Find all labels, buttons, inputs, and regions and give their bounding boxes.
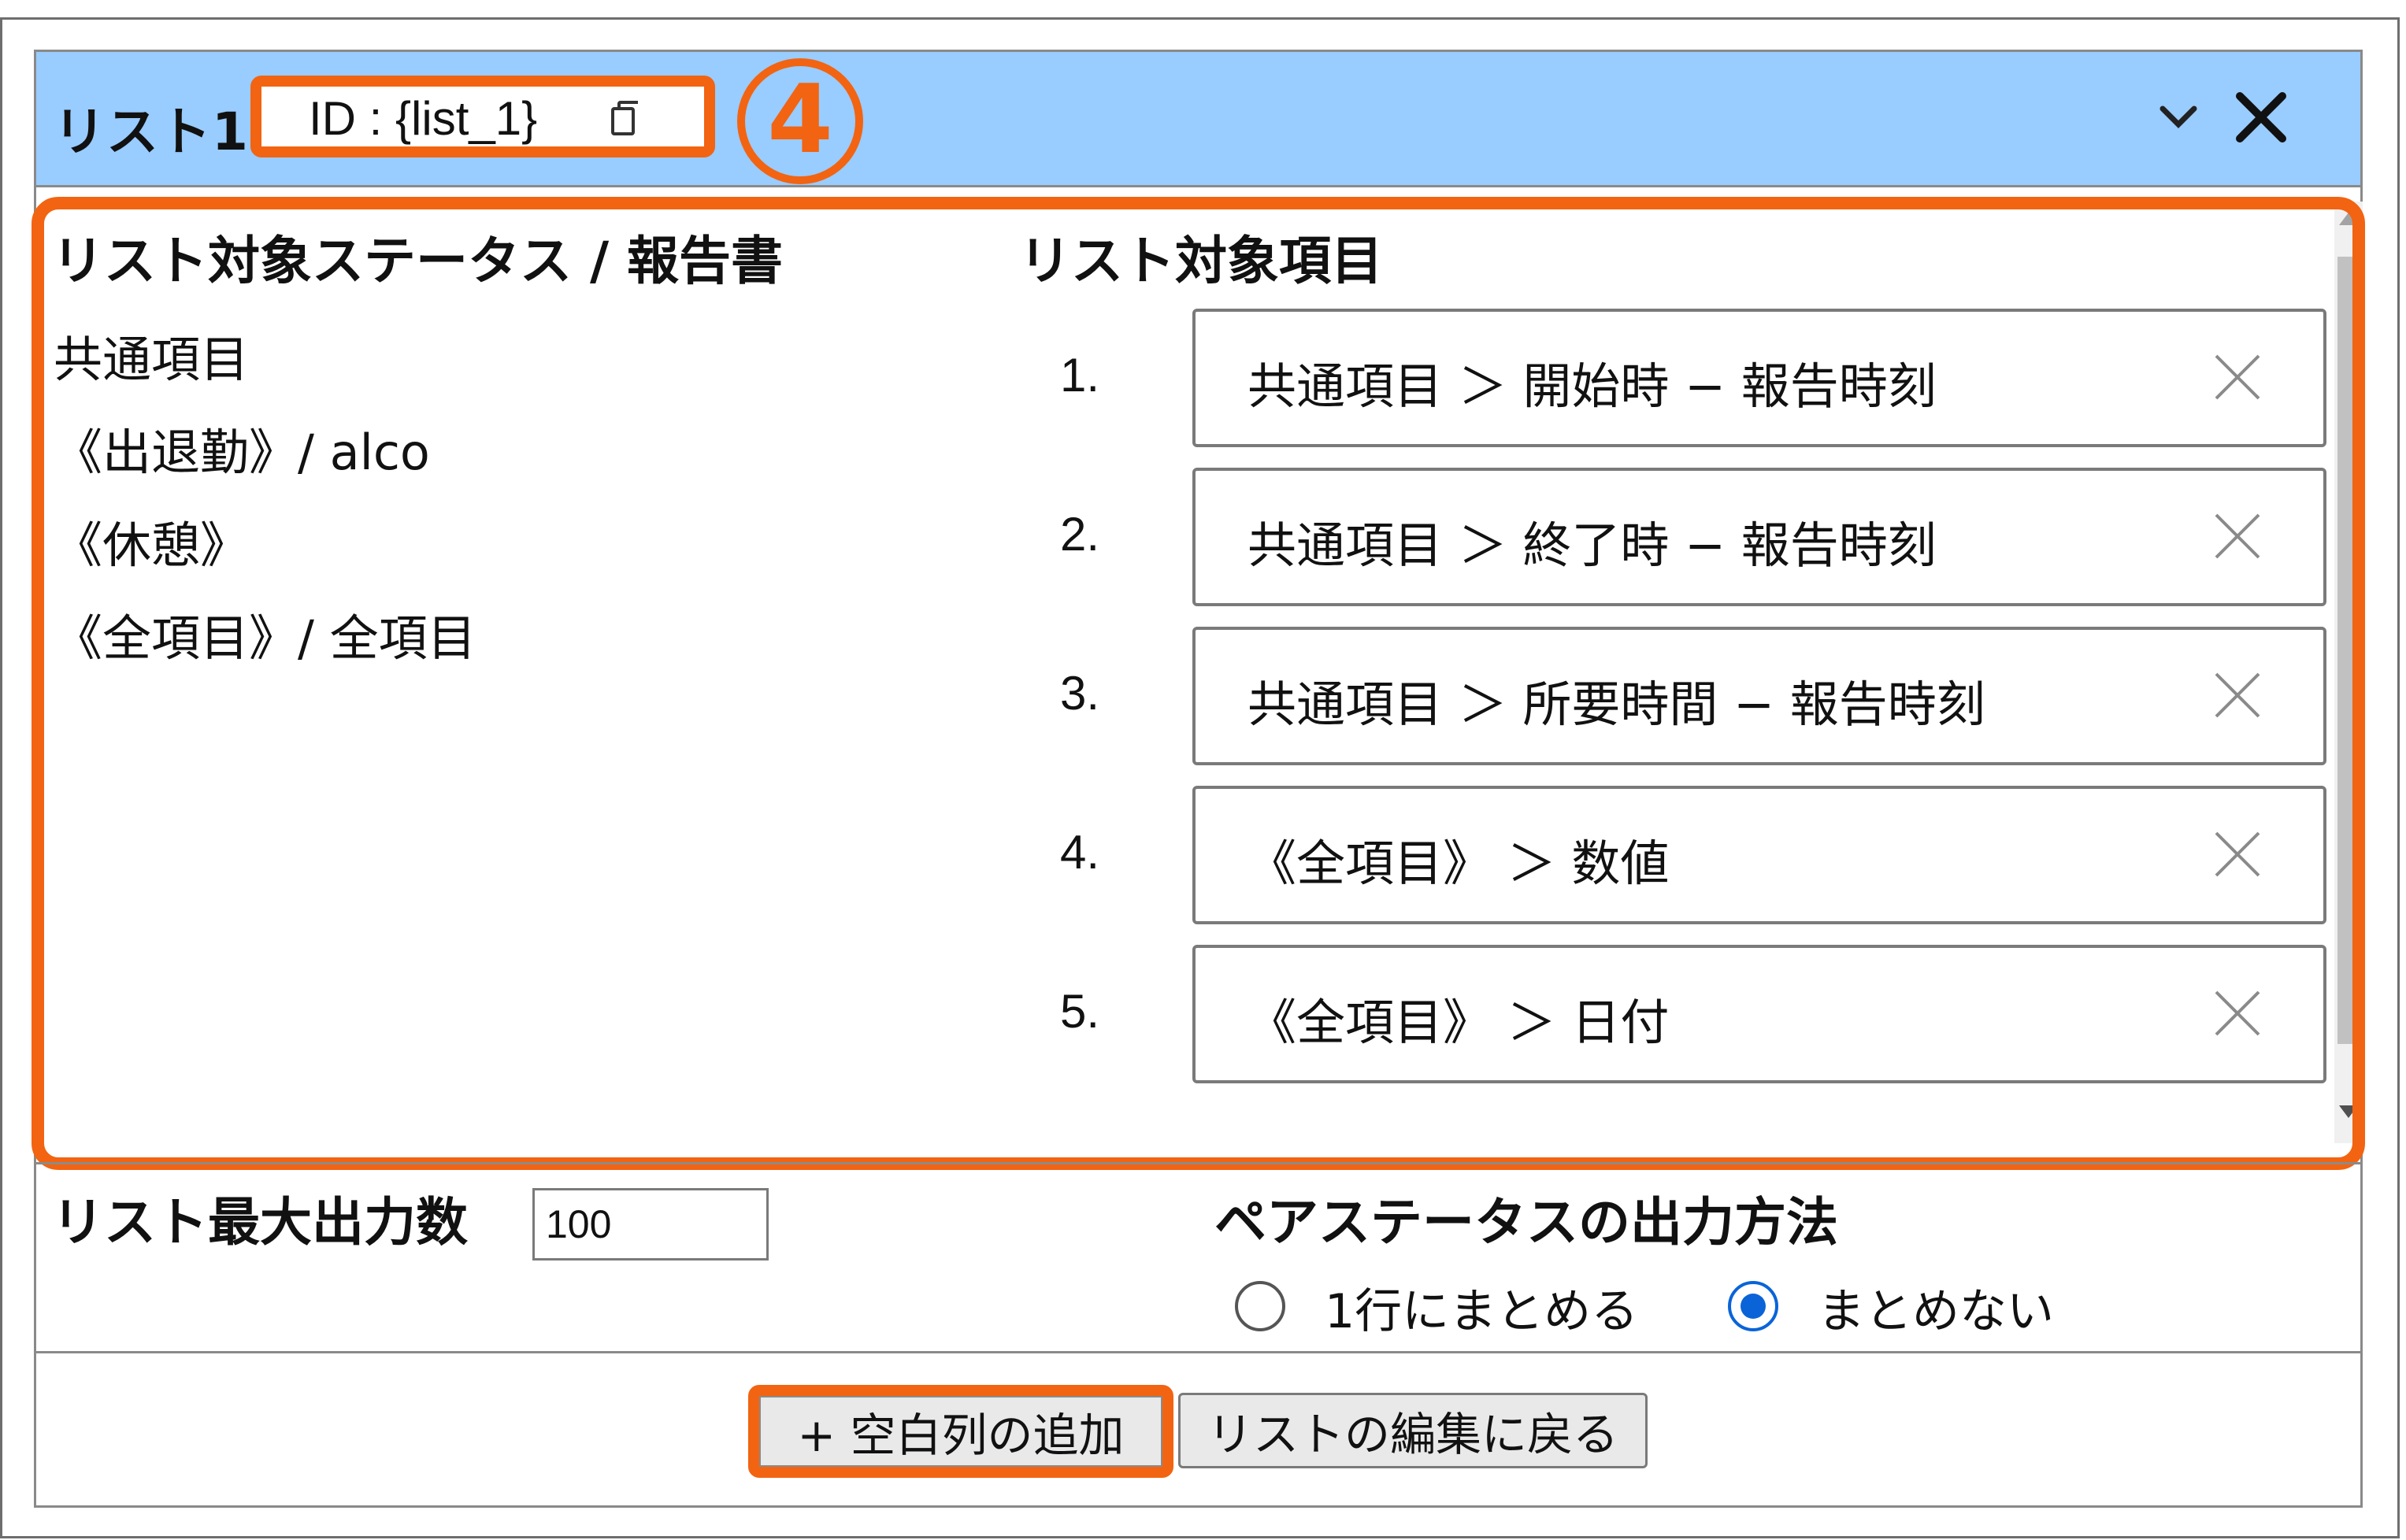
target-item-row: 4. 《全項目》 ＞ 数値 (1029, 786, 2367, 927)
list-panel: リスト1 ID : {list_1} 4 リスト対象ステータス / 報告書 リス… (32, 50, 2365, 1508)
target-item[interactable]: 共通項目 ＞ 終了時 − 報告時刻 (1192, 468, 2326, 606)
radio-one-line[interactable] (1235, 1281, 1285, 1331)
list-content: リスト対象ステータス / 報告書 リスト対象項目 共通項目 《出退勤》/ alc… (32, 187, 2365, 1170)
status-item[interactable]: 《休憩》 (54, 499, 476, 592)
item-label: 共通項目 ＞ 終了時 − 報告時刻 (1247, 516, 1937, 574)
radio-one-line-label[interactable]: 1行にまとめる (1325, 1273, 1638, 1342)
target-item-row: 1. 共通項目 ＞ 開始時 − 報告時刻 (1029, 309, 2367, 450)
remove-icon[interactable] (2210, 986, 2265, 1041)
status-item[interactable]: 《出退勤》/ alco (54, 406, 476, 499)
panel-header: リスト1 ID : {list_1} 4 (36, 52, 2360, 187)
list-id-text: ID : {list_1} (309, 92, 538, 145)
add-blank-column-button[interactable]: + 空白列の追加 (759, 1396, 1162, 1467)
output-settings: リスト最大出力数 ペアステータスの出力方法 1行にまとめる まとめない (36, 1162, 2360, 1351)
vertical-scrollbar[interactable] (2334, 202, 2363, 1143)
status-item[interactable]: 《全項目》/ 全項目 (54, 592, 476, 685)
item-number: 5. (1060, 985, 1100, 1038)
item-label: 共通項目 ＞ 開始時 − 報告時刻 (1247, 357, 1937, 415)
scroll-down-arrow-icon[interactable] (2339, 1105, 2358, 1118)
remove-icon[interactable] (2210, 827, 2265, 882)
item-number: 1. (1060, 349, 1100, 402)
target-item[interactable]: 《全項目》 ＞ 数値 (1192, 786, 2326, 924)
max-output-label: リスト最大出力数 (52, 1192, 468, 1253)
item-number: 2. (1060, 508, 1100, 561)
target-item-row: 5. 《全項目》 ＞ 日付 (1029, 945, 2367, 1087)
panel-footer: + 空白列の追加 リストの編集に戻る (36, 1351, 2360, 1505)
scroll-thumb[interactable] (2337, 257, 2360, 1044)
pair-status-label: ペアステータスの出力方法 (1214, 1192, 1838, 1253)
status-item[interactable]: 共通項目 (54, 313, 476, 406)
target-item[interactable]: 《全項目》 ＞ 日付 (1192, 945, 2326, 1083)
item-label: 《全項目》 ＞ 日付 (1247, 994, 1670, 1051)
remove-icon[interactable] (2210, 668, 2265, 723)
target-item[interactable]: 共通項目 ＞ 所要時間 − 報告時刻 (1192, 627, 2326, 765)
close-icon[interactable] (2226, 82, 2297, 153)
chevron-down-icon[interactable] (2147, 83, 2210, 146)
item-number: 4. (1060, 826, 1100, 879)
list-id-box[interactable]: ID : {list_1} (250, 76, 715, 157)
item-label: 共通項目 ＞ 所要時間 − 報告時刻 (1247, 676, 1985, 733)
step-number-badge: 4 (737, 58, 863, 184)
back-to-list-edit-button[interactable]: リストの編集に戻る (1178, 1393, 1648, 1468)
add-blank-column-highlight: + 空白列の追加 (748, 1385, 1173, 1478)
radio-not-combined[interactable] (1728, 1281, 1778, 1331)
status-heading: リスト対象ステータス / 報告書 (52, 231, 784, 291)
remove-icon[interactable] (2210, 350, 2265, 405)
item-label: 《全項目》 ＞ 数値 (1247, 835, 1670, 892)
target-item-row: 2. 共通項目 ＞ 終了時 − 報告時刻 (1029, 468, 2367, 609)
target-item-row: 3. 共通項目 ＞ 所要時間 − 報告時刻 (1029, 627, 2367, 768)
items-heading: リスト対象項目 (1019, 231, 1383, 291)
copy-icon[interactable] (611, 101, 638, 135)
remove-icon[interactable] (2210, 509, 2265, 564)
list-title: リスト1 (54, 102, 249, 162)
radio-not-combined-label[interactable]: まとめない (1818, 1273, 2054, 1342)
max-output-input[interactable] (532, 1188, 769, 1261)
item-number: 3. (1060, 667, 1100, 720)
scroll-up-arrow-icon[interactable] (2339, 213, 2358, 225)
status-list: 共通項目 《出退勤》/ alco 《休憩》 《全項目》/ 全項目 (54, 313, 476, 685)
target-item[interactable]: 共通項目 ＞ 開始時 − 報告時刻 (1192, 309, 2326, 447)
